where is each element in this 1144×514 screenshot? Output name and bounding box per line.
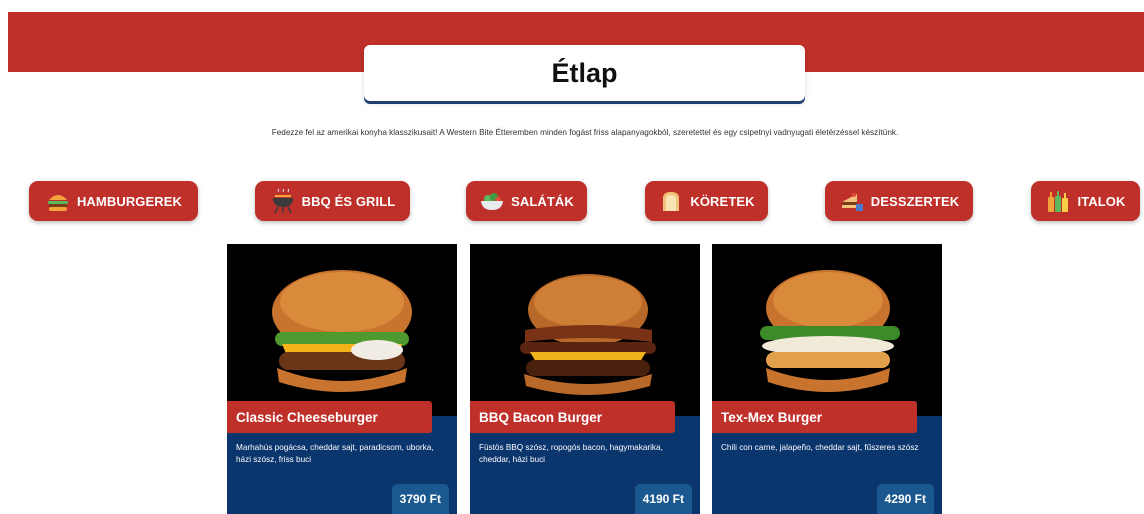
item-price: 3790 Ft (391, 484, 449, 514)
category-button-italok[interactable]: ITALOK (1031, 181, 1140, 221)
item-name: Classic Cheeseburger (227, 401, 432, 433)
menu-card-tex-mex-burger[interactable]: Tex-Mex Burger Chili con carne, jalapeño… (712, 244, 942, 514)
item-price: 4190 Ft (634, 484, 692, 514)
category-label: KÖRETEK (690, 193, 755, 209)
category-button-hamburgerek[interactable]: HAMBURGEREK (29, 181, 198, 221)
menu-card-bbq-bacon-burger[interactable]: BBQ Bacon Burger Füstös BBQ szósz, ropog… (470, 244, 700, 514)
burger-photo (227, 244, 457, 416)
category-label: SALÁTÁK (511, 193, 574, 209)
bottles-icon (1048, 191, 1069, 212)
item-description: Chili con carne, jalapeño, cheddar sajt,… (721, 443, 919, 452)
grill-icon (272, 188, 293, 214)
salad-bowl-icon (481, 193, 504, 210)
category-label: HAMBURGEREK (76, 193, 183, 209)
menu-card-classic-cheeseburger[interactable]: Classic Cheeseburger Marhahús pogácsa, c… (227, 244, 457, 514)
category-button-salatak[interactable]: SALÁTÁK (466, 181, 587, 221)
category-label: BBQ ÉS GRILL (301, 193, 396, 209)
item-name: BBQ Bacon Burger (470, 401, 675, 433)
burger-icon (47, 195, 68, 211)
category-button-desszertek[interactable]: DESSZERTEK (825, 181, 973, 221)
cake-icon (841, 193, 863, 211)
burger-photo (712, 244, 942, 416)
category-label: ITALOK (1077, 193, 1126, 209)
category-button-koretek[interactable]: KÖRETEK (645, 181, 768, 221)
category-button-bbq-es-grill[interactable]: BBQ ÉS GRILL (255, 181, 410, 221)
bread-icon (663, 192, 680, 211)
page-title: Étlap (551, 57, 618, 88)
burger-photo (470, 244, 700, 416)
item-description: Füstös BBQ szósz, ropogós bacon, hagymak… (479, 443, 663, 464)
intro-text: Fedezze fel az amerikai konyha klassziku… (271, 128, 899, 138)
category-label: DESSZERTEK (870, 193, 960, 209)
title-card: Étlap (364, 45, 805, 101)
item-description: Marhahús pogácsa, cheddar sajt, paradics… (236, 443, 434, 464)
item-name: Tex-Mex Burger (712, 401, 917, 433)
item-price: 4290 Ft (876, 484, 934, 514)
